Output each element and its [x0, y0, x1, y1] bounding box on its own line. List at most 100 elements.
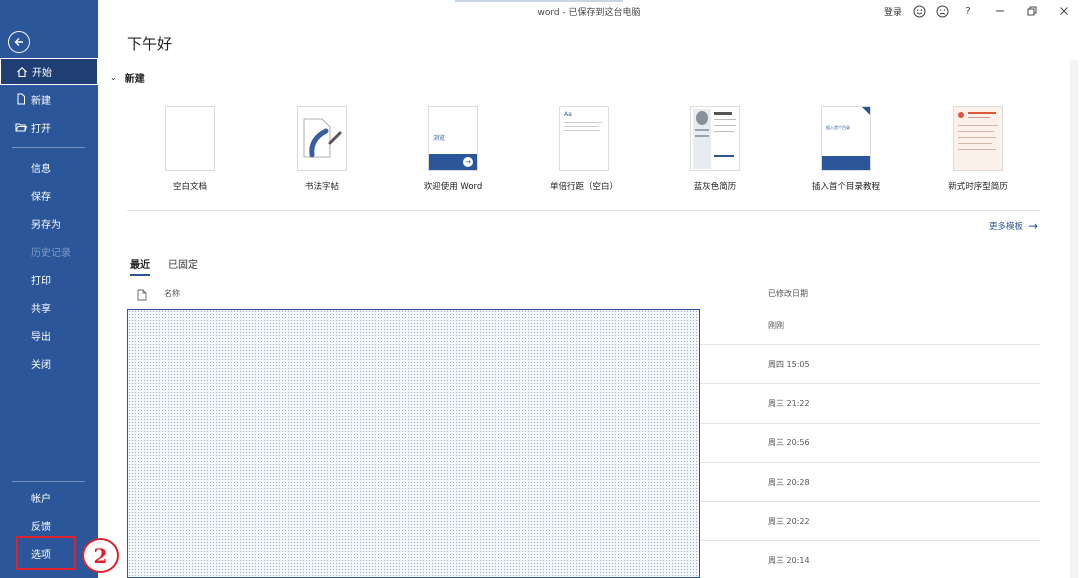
step-marker: 2 — [82, 538, 119, 573]
template-label: 书法字帖 — [304, 182, 339, 192]
template-label: 新式时序型简历 — [948, 182, 1008, 192]
row-divider — [700, 423, 1040, 424]
row-divider — [700, 540, 1040, 541]
row-divider — [700, 383, 1040, 384]
file-list-header: 名称 已修改日期 — [127, 284, 1040, 304]
template-calligraphy[interactable]: 书法字帖 — [257, 106, 387, 192]
template-label: 空白文档 — [172, 182, 207, 192]
template-single-spaced[interactable]: Aa 单倍行距（空白） — [519, 106, 649, 192]
title-accent — [455, 0, 623, 2]
template-modern-resume[interactable]: 新式时序型简历 — [913, 106, 1043, 192]
sidebar-item-label: 反馈 — [31, 521, 51, 533]
sidebar-item-label: 共享 — [31, 303, 51, 315]
sidebar-item-open[interactable]: 打开 — [0, 114, 98, 140]
file-modified-date: 周三 20:22 — [768, 517, 810, 526]
sidebar-item-label: 另存为 — [31, 219, 61, 231]
template-label: 欢迎使用 Word — [423, 182, 483, 192]
new-section-toggle[interactable]: ⌄ 新建 — [110, 70, 145, 85]
sidebar-item-label: 新建 — [31, 95, 51, 107]
template-thumbnail: Aa — [559, 106, 609, 171]
more-templates-label: 更多模板 — [989, 222, 1024, 232]
sidebar-item-new[interactable]: 新建 — [0, 86, 98, 112]
template-insert-toc[interactable]: 插入首个目录 插入首个目录教程 — [781, 106, 911, 192]
template-label: 蓝灰色简历 — [693, 182, 737, 192]
file-modified-date: 周四 15:05 — [768, 360, 810, 369]
options-highlight-box — [16, 536, 76, 570]
back-button[interactable] — [8, 31, 30, 53]
sidebar-item-label: 保存 — [31, 191, 51, 203]
new-section-title: 新建 — [124, 74, 145, 85]
row-divider — [700, 344, 1040, 345]
sidebar-item-account[interactable]: 帐户 — [0, 484, 98, 510]
file-modified-date: 周三 20:14 — [768, 556, 810, 565]
sidebar-divider — [12, 147, 85, 148]
sidebar-item-close[interactable]: 关闭 — [0, 350, 98, 376]
row-divider — [700, 462, 1040, 463]
template-thumbnail: 浏览 → — [428, 106, 478, 171]
sidebar-item-share[interactable]: 共享 — [0, 294, 98, 320]
sidebar-item-label: 关闭 — [31, 359, 51, 371]
tab-recent[interactable]: 最近 — [130, 256, 150, 276]
sidebar-item-label: 历史记录 — [31, 247, 71, 259]
sidebar-item-save[interactable]: 保存 — [0, 182, 98, 208]
sidebar-item-label: 开始 — [32, 68, 52, 79]
minimize-icon[interactable] — [992, 3, 1008, 19]
file-modified-date: 周三 21:22 — [768, 399, 810, 408]
template-blue-grey-resume[interactable]: 蓝灰色简历 — [650, 106, 780, 192]
template-thumbnail — [690, 106, 740, 171]
section-divider — [127, 210, 1040, 211]
sidebar-item-info[interactable]: 信息 — [0, 154, 98, 180]
sidebar-item-label: 打印 — [31, 275, 51, 287]
thumbnail-text: Aa — [564, 111, 572, 118]
template-label: 单倍行距（空白） — [549, 182, 618, 192]
sidebar-item-home[interactable]: 开始 — [0, 58, 98, 85]
smile-icon[interactable] — [911, 3, 927, 19]
row-divider — [700, 501, 1040, 502]
template-thumbnail — [297, 106, 347, 171]
column-header-modified[interactable]: 已修改日期 — [768, 288, 808, 299]
frown-icon[interactable] — [934, 3, 950, 19]
title-bar: word - 已保存到这台电脑 登录 ? — [98, 0, 1080, 24]
new-document-icon — [14, 93, 27, 106]
sidebar-divider — [12, 481, 85, 482]
sidebar-item-label: 打开 — [31, 123, 51, 135]
template-thumbnail — [165, 106, 215, 171]
restore-icon[interactable] — [1024, 3, 1040, 19]
sidebar-item-feedback[interactable]: 反馈 — [0, 512, 98, 538]
sidebar-item-label: 导出 — [31, 331, 51, 343]
file-modified-date: 周三 20:56 — [768, 438, 810, 447]
file-modified-date: 刚刚 — [768, 321, 784, 330]
page-title: 下午好 — [127, 35, 173, 53]
folder-open-icon — [14, 121, 27, 134]
home-icon — [15, 65, 28, 78]
vertical-scrollbar[interactable] — [1070, 60, 1078, 578]
signin-link[interactable]: 登录 — [884, 5, 902, 18]
thumbnail-text: 浏览 — [433, 135, 446, 142]
sidebar-item-label: 帐户 — [31, 493, 51, 505]
chevron-down-icon: ⌄ — [110, 73, 117, 82]
tab-pinned[interactable]: 已固定 — [168, 256, 198, 271]
redacted-file-names — [127, 309, 700, 578]
window-title: word - 已保存到这台电脑 — [537, 8, 641, 18]
template-blank[interactable]: 空白文档 — [125, 106, 255, 192]
file-modified-date: 周三 20:28 — [768, 478, 810, 487]
column-header-name[interactable]: 名称 — [164, 288, 180, 299]
backstage-sidebar: 开始 新建 打开 信息 保存 另存为 历史记录 打印 共享 导出 关闭 帐户 反… — [0, 0, 98, 578]
template-thumbnail — [953, 106, 1003, 171]
close-icon[interactable] — [1056, 3, 1072, 19]
more-templates-link[interactable]: 更多模板 → — [989, 219, 1038, 233]
back-arrow-icon — [14, 38, 23, 46]
sidebar-item-label: 信息 — [31, 163, 51, 175]
arrow-right-icon: → — [463, 157, 473, 167]
template-welcome-word[interactable]: 浏览 → 欢迎使用 Word — [388, 106, 518, 192]
help-icon[interactable]: ? — [960, 3, 976, 19]
arrow-right-icon: → — [1028, 219, 1039, 233]
template-thumbnail: 插入首个目录 — [821, 106, 871, 171]
sidebar-item-print[interactable]: 打印 — [0, 266, 98, 292]
calligraphy-brush-icon — [303, 118, 342, 158]
template-label: 插入首个目录教程 — [811, 182, 880, 192]
sidebar-item-export[interactable]: 导出 — [0, 322, 98, 348]
sidebar-item-save-as[interactable]: 另存为 — [0, 210, 98, 236]
sidebar-item-history: 历史记录 — [0, 238, 98, 264]
thumbnail-text: 插入首个目录 — [826, 125, 850, 130]
